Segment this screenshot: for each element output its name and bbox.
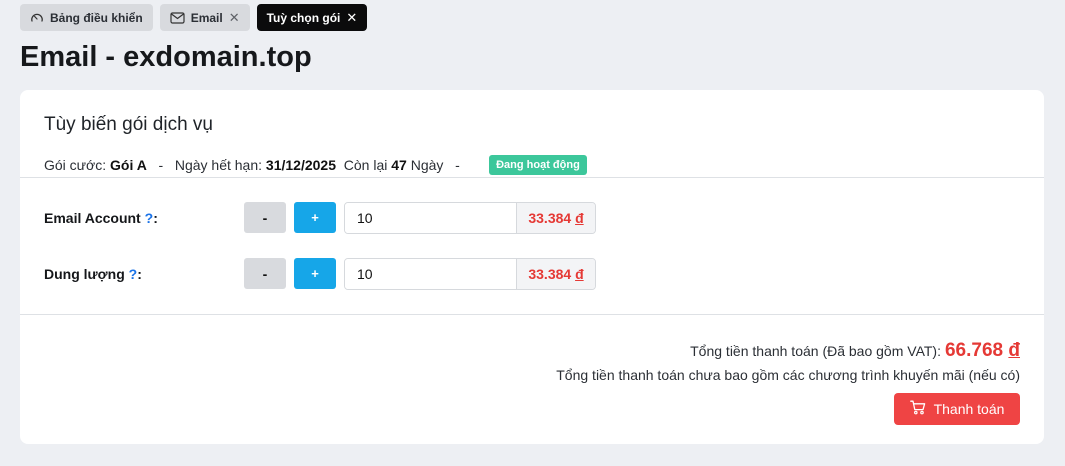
tab-label: Bảng điều khiển bbox=[50, 10, 143, 25]
currency-symbol: đ bbox=[575, 210, 584, 226]
help-icon[interactable]: ? bbox=[145, 210, 154, 226]
close-icon[interactable]: ✕ bbox=[346, 11, 357, 24]
tab-package-options[interactable]: Tuỳ chọn gói ✕ bbox=[256, 4, 368, 31]
divider bbox=[20, 314, 1044, 315]
separator: - bbox=[158, 157, 164, 173]
expiry-label: Ngày hết hạn: bbox=[174, 157, 263, 173]
total-label: Tổng tiền thanh toán (Đã bao gồm VAT): bbox=[690, 343, 941, 359]
remaining-days: 47 bbox=[391, 157, 407, 173]
option-row-email-account: Email Account ?: - + 33.384 đ bbox=[20, 202, 1044, 234]
tab-label: Email bbox=[190, 10, 223, 25]
option-label: Email Account ?: bbox=[44, 210, 158, 226]
total-value: 66.768 bbox=[944, 340, 1004, 361]
currency-symbol: đ bbox=[575, 266, 584, 282]
quantity-group: 33.384 đ bbox=[344, 202, 596, 234]
card-title: Tùy biến gói dịch vụ bbox=[44, 114, 213, 135]
expiry-date: 31/12/2025 bbox=[265, 157, 336, 173]
total-line: Tổng tiền thanh toán (Đã bao gồm VAT): 6… bbox=[690, 340, 1020, 362]
label-colon: : bbox=[137, 266, 142, 282]
cart-icon bbox=[909, 400, 926, 418]
increase-button[interactable]: + bbox=[294, 258, 336, 289]
tab-label: Tuỳ chọn gói bbox=[266, 10, 341, 25]
tab-bar: Bảng điều khiển Email ✕ Tuỳ chọn gói ✕ bbox=[20, 4, 368, 31]
quantity-input[interactable] bbox=[345, 203, 516, 233]
option-row-storage: Dung lượng ?: - + 33.384 đ bbox=[20, 258, 1044, 290]
option-price: 33.384 đ bbox=[516, 259, 595, 289]
decrease-button[interactable]: - bbox=[244, 202, 286, 233]
plan-label: Gói cước: bbox=[44, 157, 107, 173]
remaining-prefix: Còn lại bbox=[343, 157, 388, 173]
card-header: Tùy biến gói dịch vụ Gói cước: Gói A - N… bbox=[20, 90, 1044, 178]
quantity-input[interactable] bbox=[345, 259, 516, 289]
page-title: Email - exdomain.top bbox=[20, 41, 312, 73]
gauge-icon bbox=[30, 11, 44, 25]
increase-button[interactable]: + bbox=[294, 202, 336, 233]
price-value: 33.384 bbox=[528, 266, 572, 282]
option-label-text: Email Account bbox=[44, 210, 141, 226]
pay-button[interactable]: Thanh toán bbox=[894, 393, 1020, 425]
subscription-meta: Gói cước: Gói A - Ngày hết hạn: 31/12/20… bbox=[44, 149, 587, 181]
tab-email[interactable]: Email ✕ bbox=[159, 4, 250, 31]
total-amount: 66.768 đ bbox=[945, 340, 1020, 362]
decrease-button[interactable]: - bbox=[244, 258, 286, 289]
pay-button-label: Thanh toán bbox=[933, 401, 1005, 417]
quantity-group: 33.384 đ bbox=[344, 258, 596, 290]
status-badge: Đang hoạt động bbox=[489, 155, 587, 175]
promotion-note: Tổng tiền thanh toán chưa bao gồm các ch… bbox=[556, 367, 1020, 383]
label-colon: : bbox=[153, 210, 158, 226]
option-price: 33.384 đ bbox=[516, 203, 595, 233]
plan-value: Gói A bbox=[110, 157, 147, 173]
option-label-text: Dung lượng bbox=[44, 266, 125, 282]
separator: - bbox=[455, 157, 460, 173]
mail-icon bbox=[170, 11, 185, 24]
help-icon[interactable]: ? bbox=[129, 266, 138, 282]
currency-symbol: đ bbox=[1008, 340, 1020, 361]
package-customization-card: Tùy biến gói dịch vụ Gói cước: Gói A - N… bbox=[20, 90, 1044, 444]
remaining-suffix: Ngày bbox=[410, 157, 444, 173]
option-label: Dung lượng ?: bbox=[44, 266, 142, 282]
price-value: 33.384 bbox=[528, 210, 572, 226]
tab-dashboard[interactable]: Bảng điều khiển bbox=[20, 4, 153, 31]
close-icon[interactable]: ✕ bbox=[229, 11, 240, 24]
